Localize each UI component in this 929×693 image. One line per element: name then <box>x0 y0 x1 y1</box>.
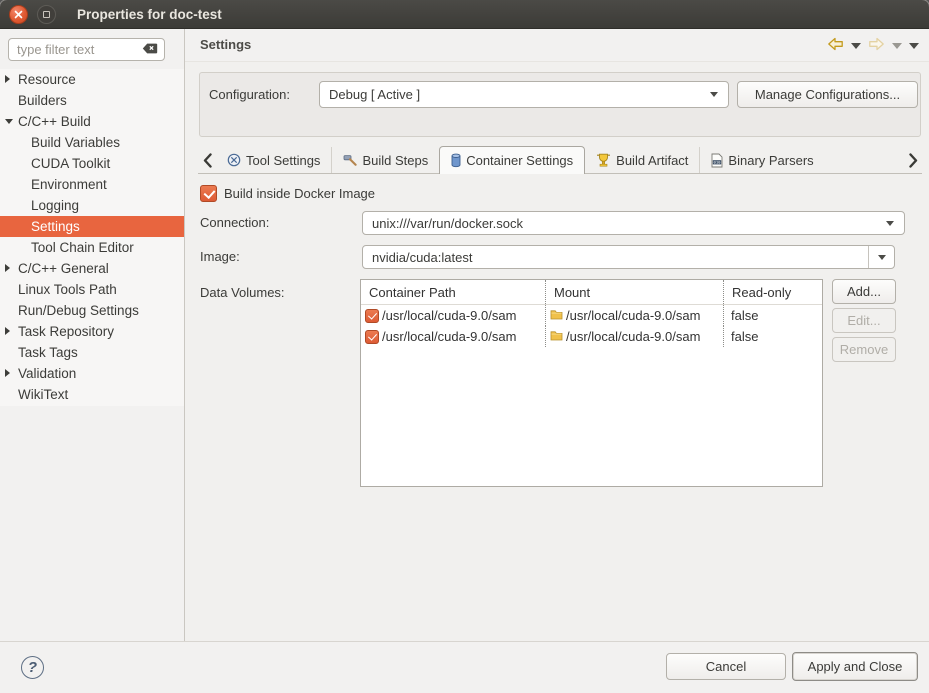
table-row[interactable]: /usr/local/cuda-9.0/sam /usr/local/cuda-… <box>361 326 822 347</box>
sidebar-item-cpp-build[interactable]: C/C++ Build <box>0 111 184 132</box>
tab-container-settings[interactable]: Container Settings <box>439 146 585 174</box>
binary-file-icon: 010 <box>711 153 723 168</box>
sidebar-item-task-tags[interactable]: Task Tags <box>0 342 184 363</box>
build-inside-docker-label: Build inside Docker Image <box>224 186 375 201</box>
question-mark-icon: ? <box>28 659 37 676</box>
folder-icon <box>550 308 563 323</box>
sidebar-item-settings[interactable]: Settings <box>0 216 184 237</box>
window-title: Properties for doc-test <box>77 7 222 22</box>
svg-text:010: 010 <box>714 159 722 164</box>
chevron-down-icon <box>878 255 886 260</box>
sidebar-item-run-debug-settings[interactable]: Run/Debug Settings <box>0 300 184 321</box>
maximize-icon <box>43 11 50 18</box>
tool-settings-icon <box>227 153 241 167</box>
sidebar-item-build-variables[interactable]: Build Variables <box>0 132 184 153</box>
data-volumes-label: Data Volumes: <box>200 281 285 305</box>
apply-and-close-button[interactable]: Apply and Close <box>792 652 918 681</box>
column-container-path[interactable]: Container Path <box>361 280 546 304</box>
sidebar-item-environment[interactable]: Environment <box>0 174 184 195</box>
chevron-right-icon[interactable] <box>5 369 10 377</box>
forward-history-dropdown-icon[interactable] <box>892 43 902 49</box>
chevron-right-icon[interactable] <box>5 327 10 335</box>
sidebar-item-cuda-toolkit[interactable]: CUDA Toolkit <box>0 153 184 174</box>
tab-tool-settings[interactable]: Tool Settings <box>216 147 331 173</box>
back-arrow-icon[interactable] <box>827 37 844 54</box>
configuration-select[interactable]: Debug [ Active ] <box>319 81 729 108</box>
tab-build-steps[interactable]: Build Steps <box>331 147 439 173</box>
container-icon <box>451 153 461 168</box>
sidebar-item-builders[interactable]: Builders <box>0 90 184 111</box>
column-mount[interactable]: Mount <box>546 280 724 304</box>
settings-page: Settings Configuration: Debug [ Active ] <box>185 29 929 641</box>
column-read-only[interactable]: Read-only <box>724 280 822 304</box>
configuration-group: Configuration: Debug [ Active ] Manage C… <box>199 72 921 137</box>
sidebar-item-wikitext[interactable]: WikiText <box>0 384 184 405</box>
page-title: Settings <box>200 37 251 52</box>
chevron-right-icon[interactable] <box>5 264 10 272</box>
tabs-scroll-left-icon[interactable] <box>198 147 216 173</box>
configuration-label: Configuration: <box>209 81 290 108</box>
properties-dialog: Properties for doc-test type filter text… <box>0 0 929 693</box>
dialog-footer: ? Cancel Apply and Close <box>0 641 929 693</box>
sidebar-item-linux-tools-path[interactable]: Linux Tools Path <box>0 279 184 300</box>
cancel-button[interactable]: Cancel <box>666 653 786 680</box>
image-label: Image: <box>200 245 240 269</box>
filter-input[interactable]: type filter text <box>8 38 165 61</box>
sidebar: type filter text Resource Builders C/C++… <box>0 29 185 641</box>
properties-tree: Resource Builders C/C++ Build Build Vari… <box>0 69 184 406</box>
maximize-button[interactable] <box>37 5 56 24</box>
table-header: Container Path Mount Read-only <box>361 280 822 305</box>
settings-tabbar: Tool Settings Build Steps Container Sett… <box>198 146 922 174</box>
table-row[interactable]: /usr/local/cuda-9.0/sam /usr/local/cuda-… <box>361 305 822 326</box>
tab-binary-parsers[interactable]: 010 Binary Parsers <box>699 147 824 173</box>
image-combobox[interactable]: nvidia/cuda:latest <box>362 245 895 269</box>
chevron-down-icon <box>886 221 894 226</box>
back-history-dropdown-icon[interactable] <box>851 43 861 49</box>
sidebar-item-validation[interactable]: Validation <box>0 363 184 384</box>
volume-actions: Add... Edit... Remove <box>832 279 896 362</box>
connection-label: Connection: <box>200 211 269 235</box>
manage-configurations-button[interactable]: Manage Configurations... <box>737 81 918 108</box>
trophy-icon <box>596 153 611 168</box>
chevron-down-icon[interactable] <box>5 119 13 124</box>
sidebar-item-cpp-general[interactable]: C/C++ General <box>0 258 184 279</box>
build-inside-docker-row: Build inside Docker Image <box>200 182 375 204</box>
sidebar-item-resource[interactable]: Resource <box>0 69 184 90</box>
chevron-down-icon <box>710 92 718 97</box>
sidebar-item-task-repository[interactable]: Task Repository <box>0 321 184 342</box>
close-button[interactable] <box>9 5 28 24</box>
clear-filter-icon[interactable] <box>142 42 158 57</box>
build-inside-docker-checkbox[interactable] <box>200 185 217 202</box>
filter-placeholder: type filter text <box>17 42 142 57</box>
data-volumes-table: Container Path Mount Read-only /usr/loca… <box>360 279 823 487</box>
folder-icon <box>550 329 563 344</box>
sidebar-item-logging[interactable]: Logging <box>0 195 184 216</box>
edit-button[interactable]: Edit... <box>832 308 896 333</box>
close-icon <box>14 7 23 22</box>
volume-checkbox[interactable] <box>365 309 379 323</box>
chevron-right-icon[interactable] <box>5 75 10 83</box>
tab-build-artifact[interactable]: Build Artifact <box>585 147 699 173</box>
connection-select[interactable]: unix:///var/run/docker.sock <box>362 211 905 235</box>
image-dropdown-button[interactable] <box>868 246 894 268</box>
view-menu-icon[interactable] <box>909 43 919 49</box>
remove-button[interactable]: Remove <box>832 337 896 362</box>
hammer-icon <box>343 153 357 167</box>
page-header: Settings <box>185 29 929 62</box>
volume-checkbox[interactable] <box>365 330 379 344</box>
tabs-scroll-right-icon[interactable] <box>904 147 922 173</box>
sidebar-item-tool-chain-editor[interactable]: Tool Chain Editor <box>0 237 184 258</box>
titlebar[interactable]: Properties for doc-test <box>0 0 929 29</box>
help-button[interactable]: ? <box>21 656 44 679</box>
forward-arrow-icon[interactable] <box>868 37 885 54</box>
history-navigation <box>827 37 919 54</box>
add-button[interactable]: Add... <box>832 279 896 304</box>
